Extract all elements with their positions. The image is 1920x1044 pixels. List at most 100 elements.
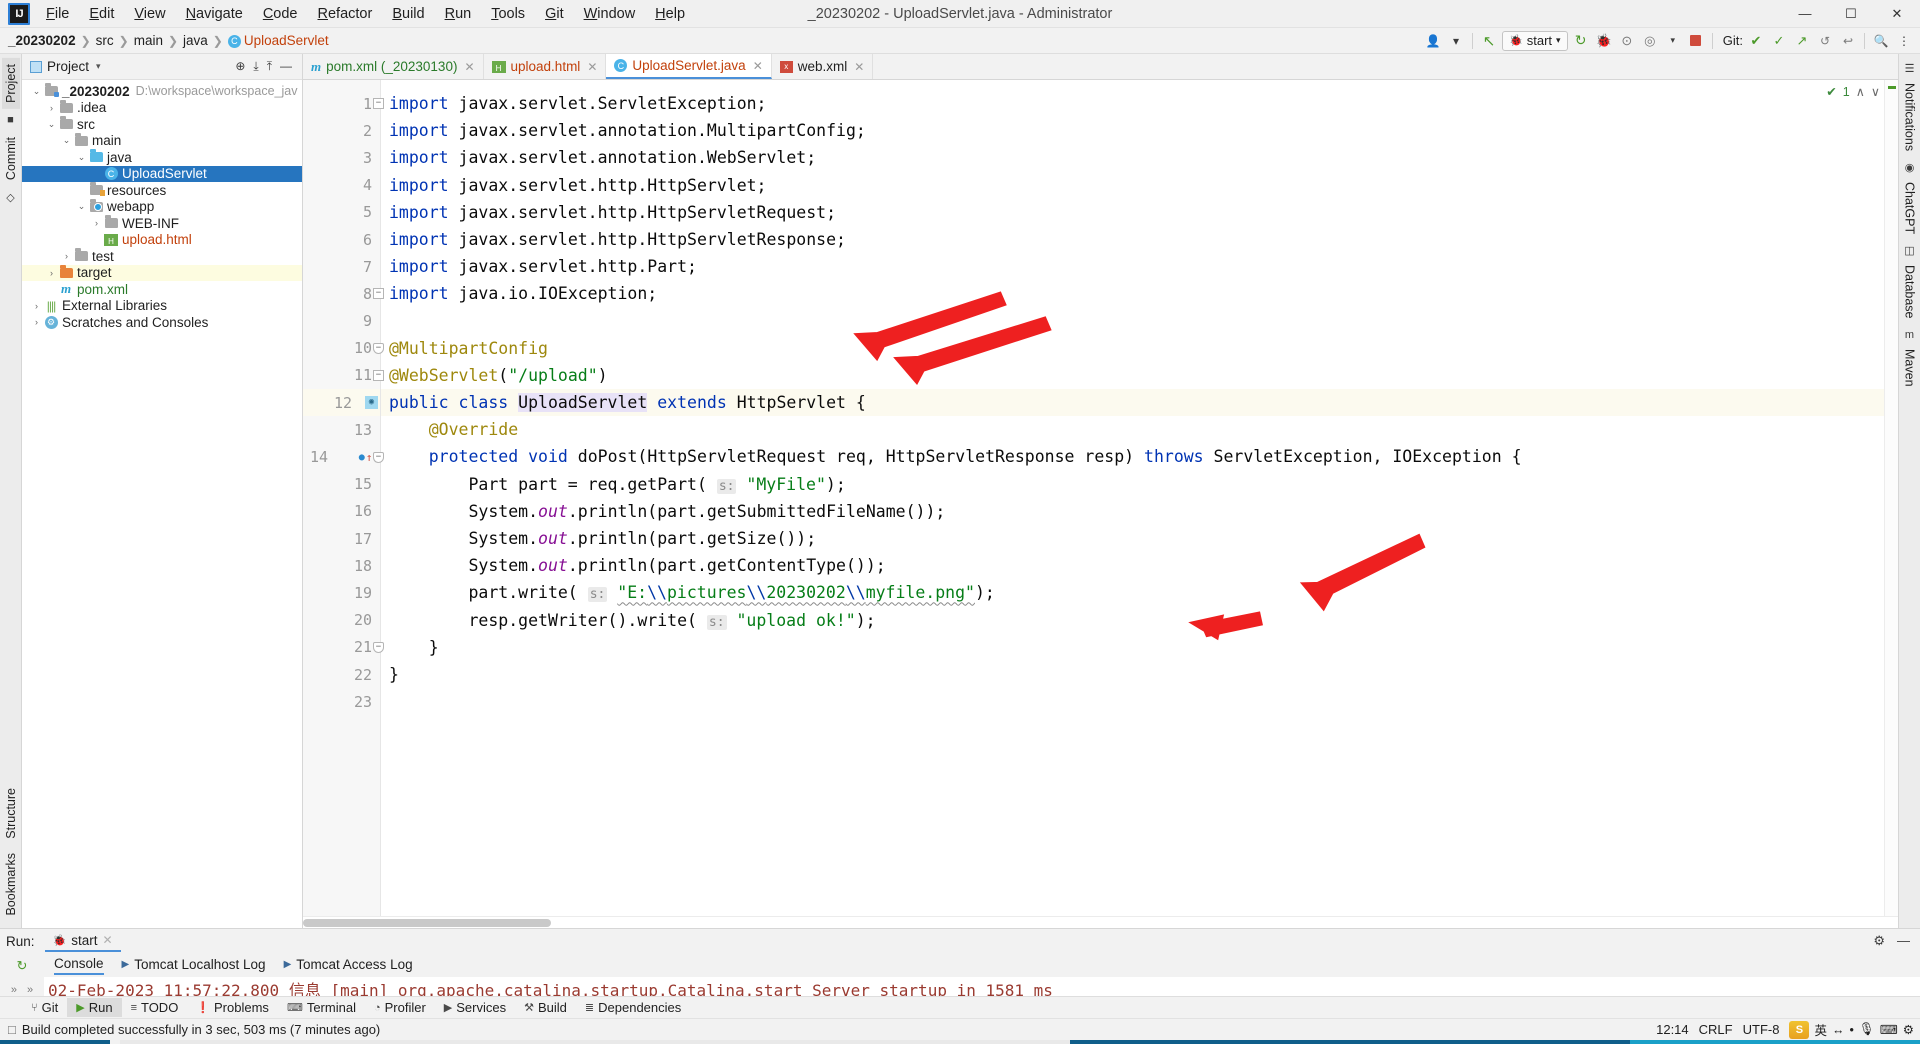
profiler-button[interactable]: ◎ xyxy=(1640,31,1660,51)
menu-tools[interactable]: Tools xyxy=(481,3,535,25)
gutter-line-20[interactable]: 20 xyxy=(303,607,380,634)
expand-actions-icon-2[interactable]: » xyxy=(27,984,33,996)
editor-tab-pom-xml-20230130-[interactable]: m pom.xml (_20230130) ✕ xyxy=(303,54,484,79)
project-tree[interactable]: ⌄ _20230202 D:\workspace\workspace_javaee\… xyxy=(22,80,302,928)
tool-tab-project[interactable]: Project xyxy=(1,58,20,109)
menu-run[interactable]: Run xyxy=(435,3,482,25)
editor-horizontal-scrollbar-thumb[interactable] xyxy=(303,919,551,927)
gutter-line-17[interactable]: 17 xyxy=(303,525,380,552)
tree-node-web-inf[interactable]: › WEB-INF xyxy=(22,215,302,232)
code-line-20[interactable]: resp.getWriter().write( s: "upload ok!")… xyxy=(389,607,1884,634)
tree-node--20230202[interactable]: ⌄ _20230202 D:\workspace\workspace_javaee\… xyxy=(22,83,302,100)
ime-mic-icon[interactable]: 🎙 xyxy=(1859,1022,1875,1037)
code-line-11[interactable]: @WebServlet("/upload") xyxy=(389,362,1884,389)
back-arrow-icon[interactable]: ↖ xyxy=(1479,31,1499,51)
gutter-line-1[interactable]: 1 xyxy=(303,90,380,117)
menu-refactor[interactable]: Refactor xyxy=(308,3,383,25)
run-panel-tab-start[interactable]: 🐞 start ✕ xyxy=(44,931,121,952)
git-rollback-icon[interactable]: ↩ xyxy=(1838,31,1858,51)
editor-gutter[interactable]: 1234567891011◉1213●↑@1415161718192021222… xyxy=(303,80,384,916)
editor-horizontal-scrollbar-track[interactable] xyxy=(303,916,1898,928)
bottom-tool-run[interactable]: ▶ Run xyxy=(67,998,122,1017)
gutter-line-5[interactable]: 5 xyxy=(303,199,380,226)
tree-twisty-icon[interactable]: ⌄ xyxy=(75,201,88,212)
breadcrumb-main[interactable]: main xyxy=(130,32,167,49)
gutter-line-10[interactable]: 10 xyxy=(303,335,380,362)
ime-dot-icon[interactable]: • xyxy=(1849,1023,1853,1037)
code-line-14[interactable]: protected void doPost(HttpServletRequest… xyxy=(389,443,1884,470)
tree-twisty-icon[interactable]: › xyxy=(45,103,58,113)
code-line-6[interactable]: import javax.servlet.http.HttpServletRes… xyxy=(389,226,1884,253)
menu-view[interactable]: View xyxy=(124,3,175,25)
bottom-tool-profiler[interactable]: ◔ Profiler xyxy=(365,998,435,1017)
tree-node-test[interactable]: › test xyxy=(22,248,302,265)
code-line-12[interactable]: public class UploadServlet extends HttpS… xyxy=(381,389,1884,417)
tree-twisty-icon[interactable]: ⌄ xyxy=(60,135,73,146)
gutter-line-18[interactable]: 18 xyxy=(303,552,380,579)
menu-code[interactable]: Code xyxy=(253,3,308,25)
gutter-line-21[interactable]: 21 xyxy=(303,634,380,661)
gutter-line-19[interactable]: 19 xyxy=(303,579,380,606)
tree-node-java[interactable]: ⌄ java xyxy=(22,149,302,166)
git-push-icon[interactable]: ↗ xyxy=(1792,31,1812,51)
code-line-19[interactable]: part.write( s: "E:\\pictures\\20230202\\… xyxy=(389,579,1884,606)
minimize-button[interactable]: — xyxy=(1782,0,1828,28)
tree-twisty-icon[interactable]: › xyxy=(60,251,73,261)
rerun-icon[interactable]: ↻ xyxy=(17,958,28,974)
breadcrumb-java[interactable]: java xyxy=(179,32,212,49)
tree-twisty-icon[interactable]: › xyxy=(30,317,43,327)
bottom-tool-terminal[interactable]: ⌨ Terminal xyxy=(278,998,365,1017)
code-line-16[interactable]: System.out.println(part.getSubmittedFile… xyxy=(389,498,1884,525)
search-everywhere-icon[interactable]: 🔍 xyxy=(1871,31,1891,51)
profiler-caret-icon[interactable]: ▾ xyxy=(1663,31,1683,51)
close-icon[interactable]: ✕ xyxy=(854,60,864,74)
code-line-21[interactable]: } xyxy=(389,634,1884,661)
ime-indicator[interactable]: S 英 ↔ • 🎙 ⌨ ⚙ xyxy=(1789,1020,1914,1039)
console-subtab-console[interactable]: Console xyxy=(54,956,104,975)
code-text[interactable]: import javax.servlet.ServletException; im… xyxy=(381,80,1884,916)
editor-tab-uploadservlet-java[interactable]: C UploadServlet.java ✕ xyxy=(606,54,772,79)
breadcrumb-project[interactable]: _20230202 xyxy=(4,32,80,49)
code-line-17[interactable]: System.out.println(part.getSize()); xyxy=(389,525,1884,552)
implemented-by-icon[interactable]: ◉ xyxy=(365,396,378,410)
debug-button[interactable]: 🐞 xyxy=(1594,31,1614,51)
code-line-23[interactable] xyxy=(389,688,1884,715)
code-line-22[interactable]: } xyxy=(389,661,1884,688)
bottom-tool-problems[interactable]: ❗ Problems xyxy=(187,998,278,1017)
prev-highlight-icon[interactable]: ∧ xyxy=(1856,84,1865,99)
code-line-4[interactable]: import javax.servlet.http.HttpServlet; xyxy=(389,172,1884,199)
tree-node-webapp[interactable]: ⌄ webapp xyxy=(22,198,302,216)
gutter-line-14[interactable]: ●↑@14 xyxy=(303,443,380,470)
tree-twisty-icon[interactable]: ⌄ xyxy=(75,152,88,163)
gutter-line-9[interactable]: 9 xyxy=(303,308,380,335)
tree-node--idea[interactable]: › .idea xyxy=(22,99,302,117)
code-line-13[interactable]: @Override xyxy=(389,416,1884,443)
console-subtab-tomcat-localhost-log[interactable]: ▶ Tomcat Localhost Log xyxy=(122,957,266,974)
menu-navigate[interactable]: Navigate xyxy=(176,3,253,25)
code-line-15[interactable]: Part part = req.getPart( s: "MyFile"); xyxy=(389,471,1884,498)
tree-node-uploadservlet[interactable]: C UploadServlet xyxy=(22,165,302,182)
gutter-line-23[interactable]: 23 xyxy=(303,688,380,715)
ime-toggle-icon[interactable]: ↔ xyxy=(1832,1023,1845,1037)
gutter-line-7[interactable]: 7 xyxy=(303,253,380,280)
gutter-line-16[interactable]: 16 xyxy=(303,498,380,525)
code-line-18[interactable]: System.out.println(part.getContentType()… xyxy=(389,552,1884,579)
tree-twisty-icon[interactable]: › xyxy=(30,301,43,311)
gutter-line-6[interactable]: 6 xyxy=(303,226,380,253)
tool-tab-structure[interactable]: Structure xyxy=(2,782,20,845)
console-subtab-tomcat-access-log[interactable]: ▶ Tomcat Access Log xyxy=(284,957,413,974)
run-button[interactable]: ↻ xyxy=(1571,31,1591,51)
bottom-tool-build[interactable]: ⚒ Build xyxy=(515,998,576,1017)
editor-tab-upload-html[interactable]: Hupload.html ✕ xyxy=(484,54,607,79)
git-history-icon[interactable]: ↺ xyxy=(1815,31,1835,51)
hide-panel-icon[interactable]: — xyxy=(280,59,292,74)
more-options-icon[interactable]: ⋮ xyxy=(1894,31,1914,51)
code-line-3[interactable]: import javax.servlet.annotation.WebServl… xyxy=(389,144,1884,171)
hide-panel-icon[interactable]: — xyxy=(1897,933,1910,949)
user-dropdown-caret-icon[interactable]: ▾ xyxy=(1446,31,1466,51)
code-line-7[interactable]: import javax.servlet.http.Part; xyxy=(389,253,1884,280)
tree-node-resources[interactable]: resources xyxy=(22,182,302,199)
maximize-button[interactable]: ☐ xyxy=(1828,0,1874,28)
git-update-icon[interactable]: ✔ xyxy=(1746,31,1766,51)
menu-build[interactable]: Build xyxy=(382,3,434,25)
